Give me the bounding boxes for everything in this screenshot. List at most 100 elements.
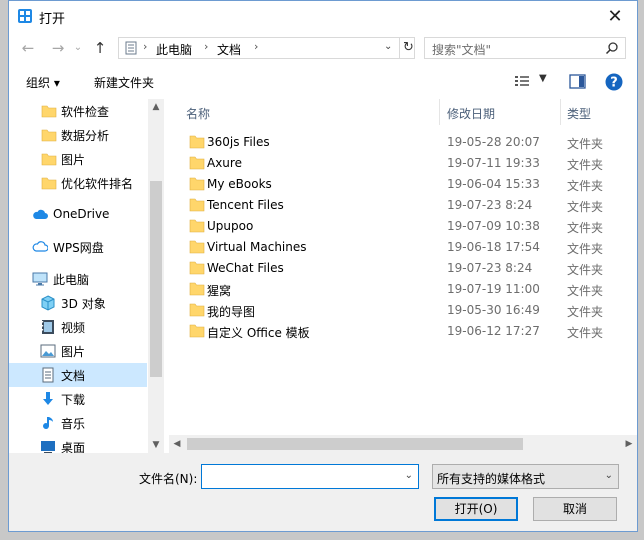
file-type: 文件夹 (567, 263, 604, 277)
scroll-left-icon[interactable]: ◀ (169, 435, 185, 453)
column-divider[interactable] (439, 99, 440, 125)
file-row[interactable]: Upupoo 19-07-09 10:38 文件夹 (169, 216, 637, 237)
file-row[interactable]: My eBooks 19-06-04 15:33 文件夹 (169, 174, 637, 195)
sidebar-item-music[interactable]: 音乐 (9, 411, 147, 435)
file-row[interactable]: Virtual Machines 19-06-18 17:54 文件夹 (169, 237, 637, 258)
cube-icon (41, 295, 55, 311)
open-file-dialog: 打开 ✕ ← → ⌄ ↑ › 此电脑 › 文档 › ⌄ ↻ 搜索"文档" 组织 … (8, 0, 638, 532)
view-dropdown-icon[interactable]: ▼ (539, 73, 547, 84)
app-icon (18, 9, 32, 23)
file-date: 19-06-18 17:54 (447, 240, 540, 254)
file-row[interactable]: 自定义 Office 模板 19-06-12 17:27 文件夹 (169, 321, 637, 342)
sidebar-item-pictures-folder[interactable]: 图片 (9, 147, 147, 171)
file-name: 我的导图 (207, 305, 256, 319)
search-input[interactable]: 搜索"文档" (424, 37, 626, 59)
column-divider[interactable] (560, 99, 561, 125)
organize-button[interactable]: 组织 ▾ (26, 74, 60, 91)
sidebar-item-label: 图片 (61, 153, 86, 167)
sidebar-item-label: 优化软件排名 (61, 177, 134, 191)
file-name: 360js Files (207, 135, 270, 149)
sidebar-item-ranking[interactable]: 优化软件排名 (9, 171, 147, 195)
sidebar-item-onedrive[interactable]: OneDrive (9, 203, 147, 227)
column-header-type[interactable]: 类型 (567, 105, 591, 122)
file-type: 文件夹 (567, 305, 604, 319)
sidebar-item-label: WPS网盘 (53, 241, 104, 255)
document-location-icon (125, 41, 137, 55)
column-header-name[interactable]: 名称 (186, 105, 210, 122)
sidebar-item-label: 音乐 (61, 417, 86, 431)
file-name: Virtual Machines (207, 240, 307, 254)
column-headers: ^ 名称 修改日期 类型 (169, 99, 637, 125)
forward-icon[interactable]: → (47, 38, 69, 58)
file-row[interactable]: Axure 19-07-11 19:33 文件夹 (169, 153, 637, 174)
file-row[interactable]: 360js Files 19-05-28 20:07 文件夹 (169, 132, 637, 153)
file-list: ^ 名称 修改日期 类型 360js Files 19-05-28 20:07 … (169, 99, 637, 453)
dialog-footer: 文件名(N): ⌄ 所有支持的媒体格式 ⌄ 打开(O) 取消 (9, 453, 637, 531)
file-date: 19-07-11 19:33 (447, 156, 540, 170)
sidebar-item-label: 软件检查 (61, 105, 110, 119)
scrollbar-thumb[interactable] (150, 181, 162, 377)
scroll-down-icon[interactable]: ▼ (148, 437, 164, 453)
refresh-icon[interactable]: ↻ (399, 38, 417, 58)
sidebar-item-3d-objects[interactable]: 3D 对象 (9, 291, 147, 315)
preview-pane-icon[interactable] (569, 74, 586, 89)
desktop-icon (41, 441, 55, 453)
title-bar: 打开 ✕ (9, 1, 637, 31)
sidebar-item-data-analysis[interactable]: 数据分析 (9, 123, 147, 147)
download-icon (43, 392, 53, 405)
breadcrumb-documents[interactable]: 文档 (217, 41, 241, 58)
close-icon[interactable]: ✕ (593, 1, 637, 31)
file-row[interactable]: 我的导图 19-05-30 16:49 文件夹 (169, 300, 637, 321)
file-date: 19-05-30 16:49 (447, 303, 540, 317)
folder-icon (189, 324, 205, 338)
recent-locations-icon[interactable]: ⌄ (67, 38, 89, 58)
music-icon (43, 417, 53, 430)
back-icon[interactable]: ← (17, 38, 39, 58)
new-folder-button[interactable]: 新建文件夹 (94, 74, 154, 91)
folder-icon (189, 156, 205, 170)
view-options-icon[interactable] (514, 75, 532, 89)
help-icon[interactable]: ? (605, 73, 623, 91)
chevron-down-icon[interactable]: ⌄ (405, 470, 413, 481)
sidebar-item-this-pc[interactable]: 此电脑 (9, 267, 147, 291)
sidebar-item-downloads[interactable]: 下载 (9, 387, 147, 411)
cancel-button[interactable]: 取消 (533, 497, 617, 521)
sidebar-item-pictures[interactable]: 图片 (9, 339, 147, 363)
file-date: 19-06-04 15:33 (447, 177, 540, 191)
folder-icon (41, 153, 57, 166)
sidebar-item-desktop[interactable]: 桌面 (9, 435, 147, 453)
file-date: 19-05-28 20:07 (447, 135, 540, 149)
filename-input[interactable]: ⌄ (201, 464, 419, 489)
file-row[interactable]: 猩窝 19-07-19 11:00 文件夹 (169, 279, 637, 300)
address-bar[interactable]: › 此电脑 › 文档 › ⌄ ↻ (118, 37, 415, 59)
cloud-outline-icon (32, 241, 48, 252)
scroll-right-icon[interactable]: ▶ (621, 435, 637, 453)
sidebar-item-label: 文档 (61, 369, 86, 383)
sidebar-item-wps-drive[interactable]: WPS网盘 (9, 235, 147, 259)
file-type-filter[interactable]: 所有支持的媒体格式 ⌄ (432, 464, 619, 489)
file-name: WeChat Files (207, 261, 284, 275)
file-type: 文件夹 (567, 200, 604, 214)
computer-icon (32, 272, 48, 286)
file-row[interactable]: Tencent Files 19-07-23 8:24 文件夹 (169, 195, 637, 216)
folder-icon (189, 240, 205, 254)
scrollbar-thumb[interactable] (187, 438, 523, 450)
sidebar-scrollbar[interactable]: ▲ ▼ (148, 99, 164, 453)
file-type: 文件夹 (567, 242, 604, 256)
column-header-date[interactable]: 修改日期 (447, 105, 495, 122)
sidebar-item-videos[interactable]: 视频 (9, 315, 147, 339)
sidebar-item-label: 桌面 (61, 441, 86, 453)
picture-icon (40, 344, 56, 358)
svg-text:?: ? (610, 76, 618, 91)
up-icon[interactable]: ↑ (89, 38, 111, 58)
sidebar-item-software-check[interactable]: 软件检查 (9, 99, 147, 123)
scroll-up-icon[interactable]: ▲ (148, 99, 164, 115)
sidebar-item-documents[interactable]: 文档 (9, 363, 147, 387)
breadcrumb-this-pc[interactable]: 此电脑 (156, 41, 192, 58)
open-button[interactable]: 打开(O) (434, 497, 518, 521)
chevron-down-icon[interactable]: ⌄ (605, 470, 613, 481)
file-row[interactable]: WeChat Files 19-07-23 8:24 文件夹 (169, 258, 637, 279)
address-dropdown-icon[interactable]: ⌄ (384, 41, 392, 52)
file-list-scrollbar[interactable]: ◀ ▶ (169, 435, 637, 453)
folder-icon (189, 261, 205, 275)
